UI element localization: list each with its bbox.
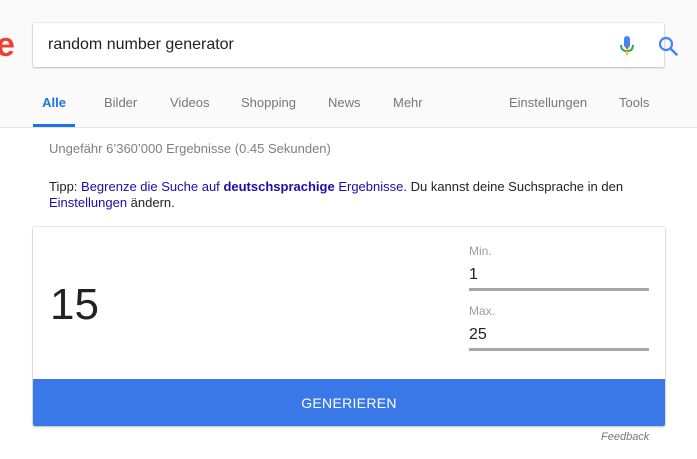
tip-restrict-link[interactable]: Begrenze die Suche auf — [81, 179, 220, 194]
search-icon[interactable] — [657, 35, 679, 57]
generate-button[interactable]: GENERIEREN — [33, 379, 665, 426]
tip-middle-text: . Du kannst deine Suchsprache in den — [403, 179, 624, 194]
tab-alle[interactable]: Alle — [33, 86, 75, 127]
tab-einstellungen[interactable]: Einstellungen — [509, 86, 587, 124]
tab-mehr[interactable]: Mehr — [393, 86, 423, 124]
tab-videos[interactable]: Videos — [170, 86, 210, 124]
search-header: e Alle Bilder Videos Shopping News Mehr … — [0, 0, 697, 128]
search-box — [33, 23, 678, 67]
logo[interactable]: e — [0, 28, 15, 62]
tab-bilder[interactable]: Bilder — [104, 86, 137, 124]
search-results-page: e Alle Bilder Videos Shopping News Mehr … — [0, 0, 697, 459]
search-input[interactable] — [48, 23, 568, 67]
microphone-icon[interactable] — [617, 35, 637, 57]
max-label: Max. — [469, 304, 496, 318]
language-tip: Tipp: Begrenze die Suche auf deutschspra… — [49, 179, 669, 211]
min-label: Min. — [469, 244, 492, 258]
result-stats: Ungefähr 6’360’000 Ergebnisse (0.45 Seku… — [49, 141, 331, 156]
tip-settings-link[interactable]: Einstellungen — [49, 195, 127, 210]
tip-results-link[interactable]: Ergebnisse — [338, 179, 403, 194]
max-input[interactable] — [469, 322, 649, 351]
generated-number: 15 — [50, 280, 99, 329]
tip-prefix: Tipp: — [49, 179, 82, 194]
random-number-card: 15 Min. Max. GENERIEREN — [33, 227, 665, 426]
min-input[interactable] — [469, 262, 649, 291]
tip-language-link[interactable]: deutschsprachige — [223, 179, 334, 194]
search-tabs: Alle Bilder Videos Shopping News Mehr Ei… — [0, 86, 697, 127]
tab-shopping[interactable]: Shopping — [241, 86, 296, 124]
feedback-link[interactable]: Feedback — [601, 431, 649, 443]
tab-tools[interactable]: Tools — [619, 86, 649, 124]
tab-news[interactable]: News — [328, 86, 361, 124]
tip-suffix: ändern. — [127, 195, 175, 210]
